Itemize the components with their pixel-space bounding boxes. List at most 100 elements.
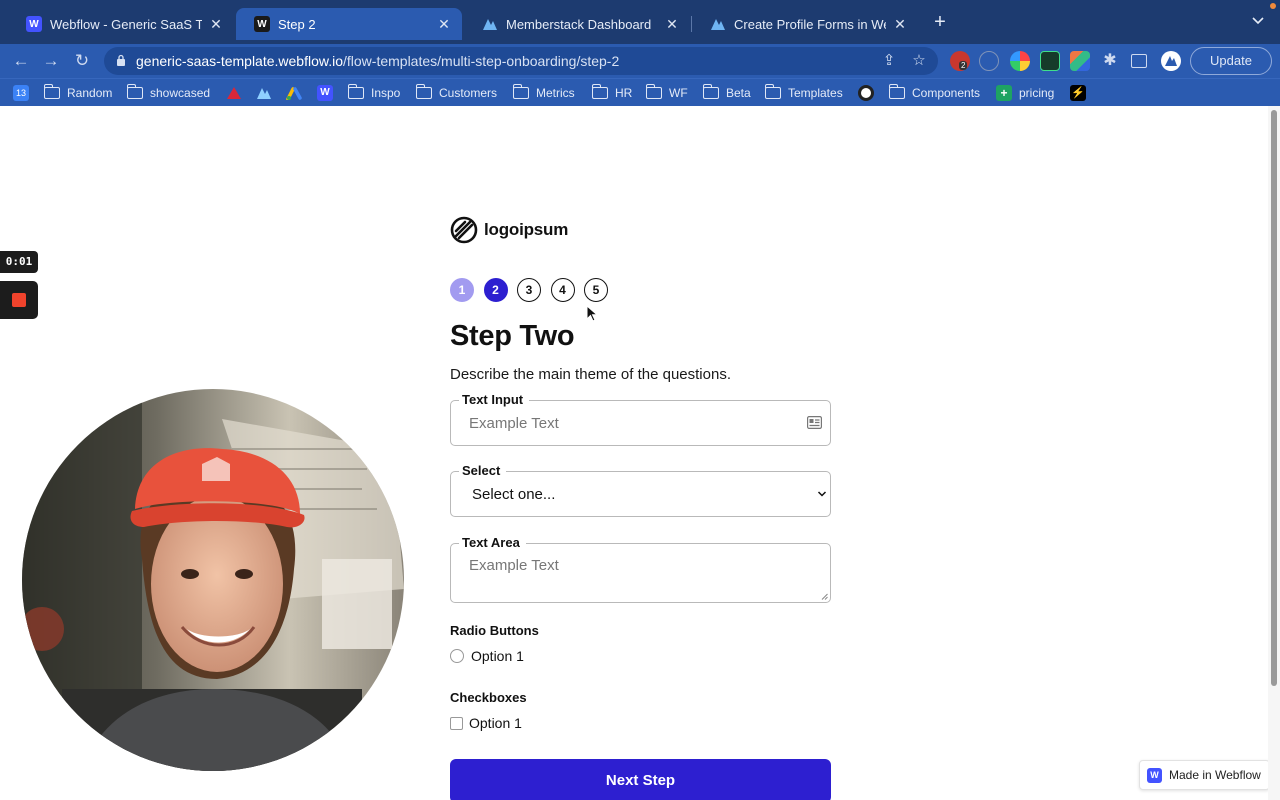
star-icon[interactable]: ☆ (910, 52, 928, 70)
memberstack-icon (710, 16, 726, 32)
bookmark-folder-showcased[interactable]: showcased (126, 83, 211, 103)
bookmark-folder-metrics[interactable]: Metrics (512, 83, 575, 103)
text-input-placeholder: Example Text (469, 415, 559, 432)
folder-icon (512, 84, 529, 99)
next-step-button[interactable]: Next Step (450, 759, 831, 800)
bookmark-label: WF (669, 86, 688, 100)
resize-handle-icon[interactable] (821, 593, 828, 600)
close-icon[interactable]: ✕ (664, 16, 680, 33)
tab-webflow-template[interactable]: W Webflow - Generic SaaS Templ ✕ (8, 8, 234, 40)
select-value: Select one... (472, 486, 556, 503)
bookmark-icon-a[interactable] (226, 83, 242, 103)
made-in-webflow-badge[interactable]: W Made in Webflow (1139, 760, 1270, 790)
step-1[interactable]: 1 (450, 278, 474, 302)
bookmark-memberstack[interactable] (256, 83, 272, 103)
puzzle-extensions-icon[interactable]: ✱ (1100, 51, 1120, 71)
side-panel-icon[interactable] (1131, 54, 1147, 68)
select-field[interactable]: Select Select one... (450, 463, 831, 517)
url-path: /flow-templates/multi-step-onboarding/st… (343, 53, 620, 69)
checkbox[interactable] (450, 716, 463, 730)
bookmark-folder-random[interactable]: Random (43, 83, 113, 103)
folder-icon (764, 84, 781, 99)
extension-icon[interactable] (979, 51, 999, 71)
bookmark-label: HR (615, 86, 633, 100)
close-icon[interactable]: ✕ (892, 16, 908, 33)
badge-text: Made in Webflow (1169, 768, 1261, 782)
tab-search-chevron-icon[interactable] (1250, 14, 1266, 30)
bookmark-label: Inspo (371, 86, 401, 100)
page-scrollbar[interactable] (1268, 106, 1280, 800)
extension-badge: 2 (959, 61, 968, 70)
radio-button[interactable] (450, 649, 464, 663)
bookmark-folder-hr[interactable]: HR (591, 83, 633, 103)
text-area-placeholder: Example Text (469, 557, 559, 574)
webcam-presenter-image (22, 389, 404, 771)
sheets-icon: + (996, 85, 1012, 101)
tab-title: Create Profile Forms in Webflo (734, 16, 886, 32)
reload-icon[interactable]: ↻ (71, 50, 93, 72)
stop-icon (12, 293, 26, 307)
webflow-icon: W (26, 16, 42, 32)
bookmark-folder-components[interactable]: Components (888, 83, 980, 103)
stop-recording-button[interactable] (0, 281, 38, 319)
close-icon[interactable]: ✕ (436, 16, 452, 33)
logo[interactable]: logoipsum (450, 216, 568, 244)
bookmark-label: Random (67, 86, 113, 100)
share-icon[interactable]: ⇪ (880, 52, 898, 70)
webcam-bubble[interactable] (22, 389, 404, 771)
text-input-field[interactable]: Text Input Example Text (450, 392, 831, 446)
memberstack-icon (257, 88, 271, 99)
bookmark-label: Templates (788, 86, 843, 100)
bookmark-folder-inspo[interactable]: Inspo (347, 83, 401, 103)
radio-option-1[interactable]: Option 1 (450, 648, 524, 664)
extension-icon[interactable]: 2 (950, 51, 970, 71)
bookmark-folder-wf[interactable]: WF (645, 83, 688, 103)
step-4[interactable]: 4 (550, 278, 575, 302)
step-indicator: 1 2 3 4 5 (450, 278, 618, 302)
text-area-field[interactable]: Text Area Example Text (450, 535, 831, 603)
forward-arrow-icon[interactable]: → (40, 50, 62, 72)
select-label: Select (459, 463, 507, 478)
folder-icon (347, 84, 364, 99)
folder-icon (126, 84, 143, 99)
step-2[interactable]: 2 (483, 278, 508, 302)
folder-icon (702, 84, 719, 99)
tab-title: Memberstack Dashboard (506, 16, 652, 32)
panda-icon (858, 85, 874, 101)
extension-icon[interactable] (1070, 51, 1090, 71)
folder-icon (415, 84, 432, 99)
bookmark-folder-beta[interactable]: Beta (702, 83, 751, 103)
color-picker-icon[interactable] (1010, 51, 1030, 71)
bookmark-ads[interactable] (286, 83, 302, 103)
extension-icon[interactable] (1040, 51, 1060, 71)
bookmark-calendar[interactable]: 13 (13, 83, 29, 103)
url-text: generic-saas-template.webflow.io/flow-te… (136, 53, 619, 69)
bookmark-pricing[interactable]: + pricing (996, 83, 1054, 103)
tab-create-profile-forms[interactable]: Create Profile Forms in Webflo ✕ (692, 8, 918, 40)
radio-group-label: Radio Buttons (450, 623, 539, 638)
page-description: Describe the main theme of the questions… (450, 366, 731, 383)
new-tab-plus-icon[interactable]: + (930, 12, 950, 32)
close-icon[interactable]: ✕ (208, 16, 224, 33)
scrollbar-thumb[interactable] (1271, 110, 1277, 686)
bookmark-webflow[interactable]: W (317, 83, 333, 103)
memberstack-icon (482, 16, 498, 32)
tab-step-2[interactable]: W Step 2 ✕ (236, 8, 462, 40)
bookmark-folder-customers[interactable]: Customers (415, 83, 497, 103)
step-5[interactable]: 5 (584, 278, 608, 302)
checkbox-group-label: Checkboxes (450, 690, 527, 705)
mouse-cursor-icon (586, 305, 599, 322)
bookmark-bolt[interactable]: ⚡ (1070, 83, 1086, 103)
step-3[interactable]: 3 (517, 278, 541, 302)
address-bar[interactable]: generic-saas-template.webflow.io/flow-te… (104, 47, 938, 75)
back-arrow-icon[interactable]: ← (10, 50, 32, 72)
bookmark-folder-templates[interactable]: Templates (764, 83, 843, 103)
update-button[interactable]: Update (1190, 47, 1272, 75)
tab-memberstack-dashboard[interactable]: Memberstack Dashboard ✕ (464, 8, 690, 40)
bookmark-panda[interactable] (858, 83, 874, 103)
text-area-label: Text Area (459, 535, 526, 550)
checkbox-option-1[interactable]: Option 1 (450, 715, 522, 731)
bookmark-label: showcased (150, 86, 211, 100)
profile-avatar[interactable] (1161, 51, 1181, 71)
folder-icon (43, 84, 60, 99)
